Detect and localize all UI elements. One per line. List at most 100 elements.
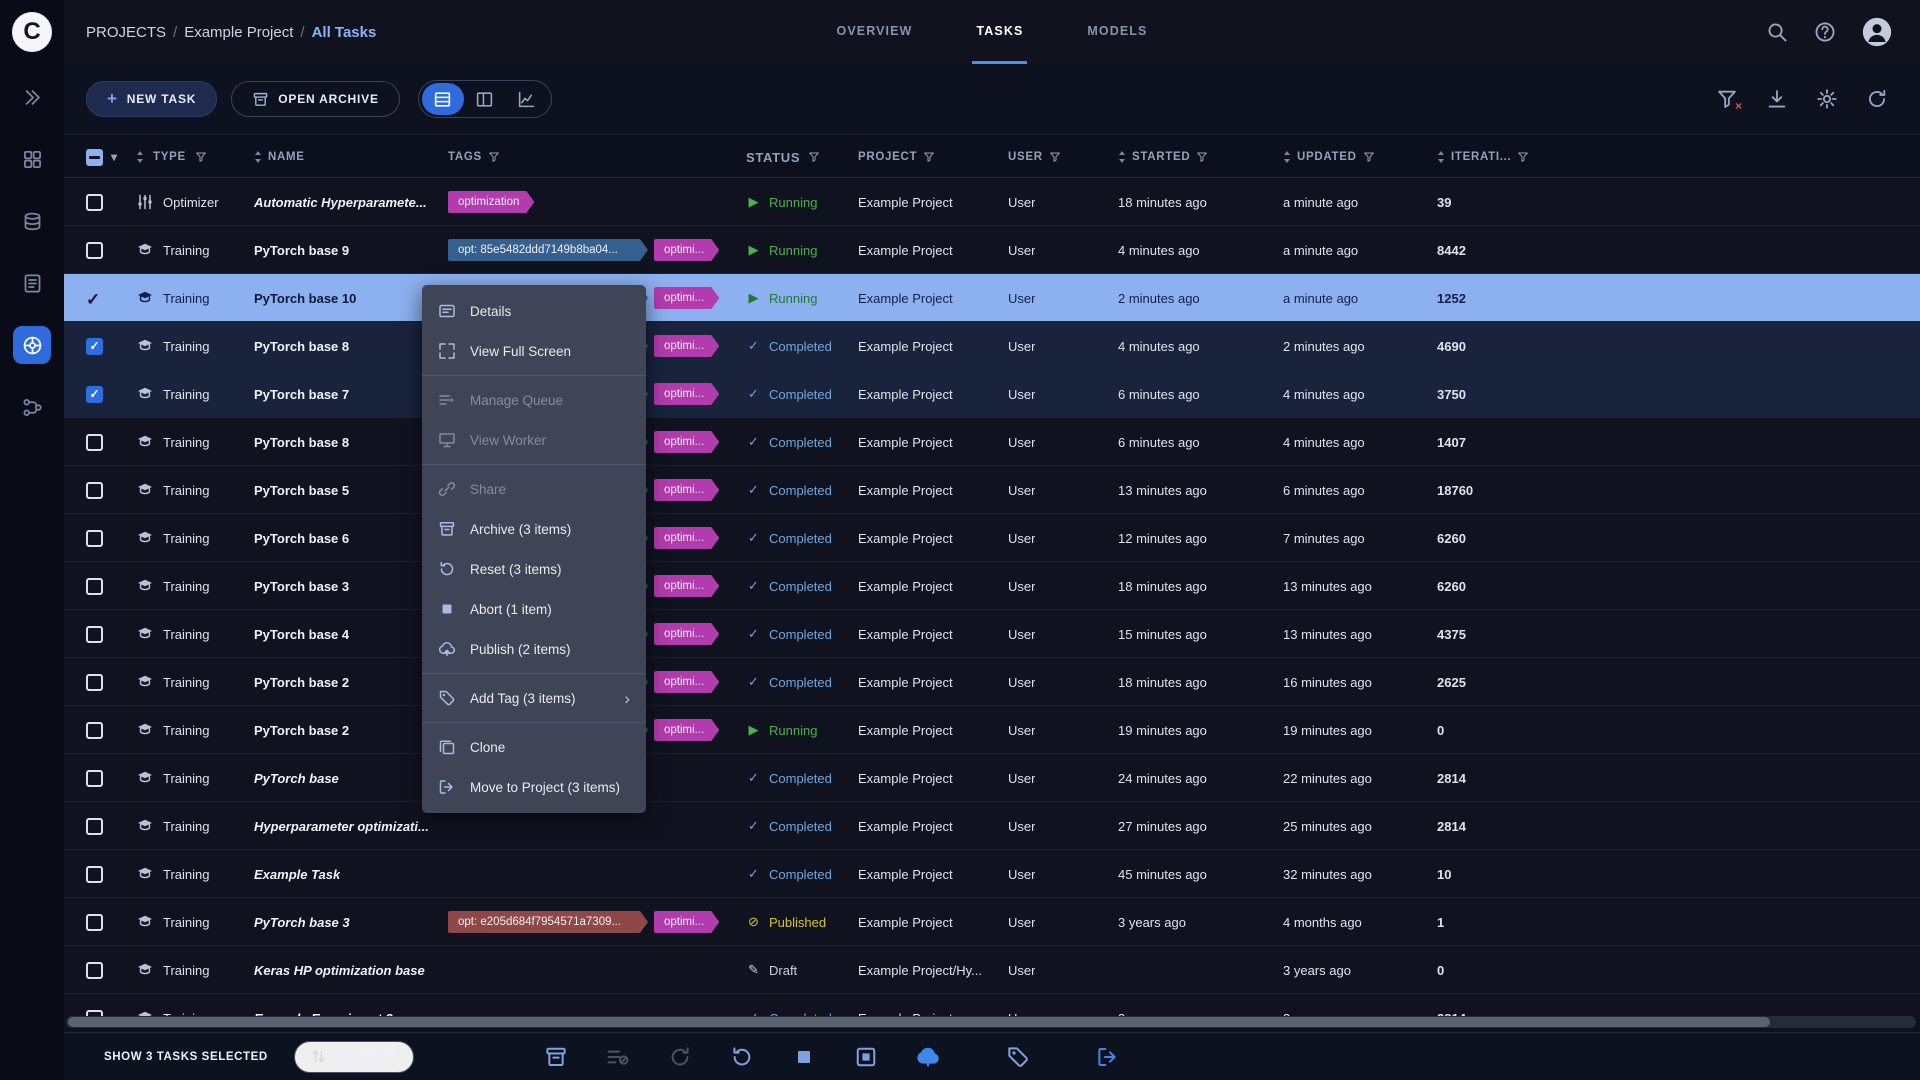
table-row[interactable]: Training PyTorch base ✓ Completed Exampl… [64, 754, 1920, 802]
table-row[interactable]: Training PyTorch base 2 optimi... ✓ Comp… [64, 658, 1920, 706]
dashboards-icon[interactable] [13, 140, 51, 178]
row-checkbox[interactable] [86, 674, 103, 691]
menu-item-view-full-screen[interactable]: View Full Screen [422, 331, 646, 371]
task-name[interactable]: PyTorch base 10 [254, 291, 356, 306]
split-view-button[interactable] [464, 83, 506, 115]
avatar[interactable] [1862, 17, 1892, 47]
archive-button[interactable] [544, 1045, 568, 1069]
table-row[interactable]: Training PyTorch base 6 optimi... ✓ Comp… [64, 514, 1920, 562]
abort-all-button[interactable] [854, 1045, 878, 1069]
task-name[interactable]: Automatic Hyperparamete... [254, 195, 427, 210]
table-row[interactable]: ✓ Training PyTorch base 7 optimi... ✓ Co… [64, 370, 1920, 418]
row-checkbox[interactable]: ✓ [86, 338, 103, 355]
row-checkbox[interactable] [86, 194, 103, 211]
table-row[interactable]: Training PyTorch base 3 opt: e205d684f79… [64, 898, 1920, 946]
add-tag-button[interactable] [1006, 1045, 1030, 1069]
chart-view-button[interactable] [506, 83, 548, 115]
task-name[interactable]: PyTorch base 5 [254, 483, 349, 498]
filter-icon[interactable] [1517, 151, 1529, 163]
filter-icon[interactable] [1049, 151, 1061, 163]
menu-item-publish-2-items[interactable]: Publish (2 items) [422, 629, 646, 669]
row-checkbox[interactable] [86, 818, 103, 835]
open-archive-button[interactable]: OPEN ARCHIVE [231, 81, 400, 117]
table-row[interactable]: Training PyTorch base 3 optimi... ✓ Comp… [64, 562, 1920, 610]
settings-gear-icon[interactable] [1816, 88, 1838, 110]
filter-icon[interactable] [808, 151, 820, 163]
task-name[interactable]: Hyperparameter optimizati... [254, 819, 429, 834]
row-checkbox[interactable] [86, 914, 103, 931]
table-row[interactable]: Training PyTorch base 4 optimi... ✓ Comp… [64, 610, 1920, 658]
publish-button[interactable] [916, 1045, 940, 1069]
menu-item-reset-3-items[interactable]: Reset (3 items) [422, 549, 646, 589]
horizontal-scrollbar[interactable] [66, 1016, 1916, 1028]
projects-icon[interactable] [13, 326, 51, 364]
row-checkbox[interactable] [86, 434, 103, 451]
sort-icon[interactable] [254, 150, 262, 164]
move-to-project-button[interactable] [1096, 1045, 1120, 1069]
task-name[interactable]: Keras HP optimization base [254, 963, 425, 978]
tab-models[interactable]: MODELS [1083, 0, 1151, 64]
row-checkbox[interactable] [86, 578, 103, 595]
row-checkbox[interactable] [86, 866, 103, 883]
select-all-checkbox[interactable] [86, 149, 103, 166]
column-header-updated[interactable]: UPDATED [1277, 135, 1431, 179]
column-header-check[interactable]: ▾ [64, 135, 130, 179]
menu-item-clone[interactable]: Clone [422, 727, 646, 767]
clearml-logo[interactable]: C [12, 12, 52, 52]
column-header-tags[interactable]: TAGS [446, 135, 740, 179]
reset-button[interactable] [730, 1045, 754, 1069]
clear-filters-icon[interactable]: × [1716, 88, 1738, 110]
task-name[interactable]: PyTorch base [254, 771, 339, 786]
reports-icon[interactable] [13, 264, 51, 302]
filter-icon[interactable] [1196, 151, 1208, 163]
menu-item-archive-3-items[interactable]: Archive (3 items) [422, 509, 646, 549]
table-row[interactable]: Training PyTorch base 5 optimi... ✓ Comp… [64, 466, 1920, 514]
table-view-button[interactable] [422, 83, 464, 115]
datasets-icon[interactable] [13, 202, 51, 240]
task-name[interactable]: Example Task [254, 867, 340, 882]
row-checkbox[interactable]: ✓ [86, 386, 103, 403]
download-icon[interactable] [1766, 88, 1788, 110]
task-name[interactable]: PyTorch base 3 [254, 579, 349, 594]
row-checkbox[interactable]: ✓ [86, 290, 103, 307]
row-checkbox[interactable] [86, 242, 103, 259]
task-name[interactable]: PyTorch base 2 [254, 675, 349, 690]
horizontal-scrollbar-thumb[interactable] [68, 1017, 1770, 1027]
table-row[interactable]: Training Example Experiment 2 ✓ Complete… [64, 994, 1920, 1018]
new-task-button[interactable]: + NEW TASK [86, 81, 217, 117]
filter-icon[interactable] [923, 151, 935, 163]
filter-icon[interactable] [488, 151, 500, 163]
menu-item-abort-1-item[interactable]: Abort (1 item) [422, 589, 646, 629]
task-name[interactable]: PyTorch base 3 [254, 915, 350, 930]
breadcrumb-item[interactable]: Example Project [184, 24, 293, 41]
column-header-status[interactable]: STATUS [740, 135, 852, 179]
task-name[interactable]: PyTorch base 8 [254, 435, 349, 450]
table-row[interactable]: Training PyTorch base 8 optimi... ✓ Comp… [64, 418, 1920, 466]
row-checkbox[interactable] [86, 770, 103, 787]
sort-icon[interactable] [1118, 150, 1126, 164]
menu-item-move-to-project-3-items[interactable]: Move to Project (3 items) [422, 767, 646, 807]
table-row[interactable]: Training Example Task ✓ Completed Exampl… [64, 850, 1920, 898]
help-icon[interactable] [1814, 21, 1836, 43]
table-row[interactable]: Training PyTorch base 2 optimi... ▶ Runn… [64, 706, 1920, 754]
menu-item-details[interactable]: Details [422, 291, 646, 331]
task-name[interactable]: PyTorch base 6 [254, 531, 349, 546]
filter-icon[interactable] [195, 151, 207, 163]
column-header-iterations[interactable]: ITERATI... [1431, 135, 1566, 179]
abort-button[interactable] [792, 1045, 816, 1069]
sort-icon[interactable] [1283, 150, 1291, 164]
compare-button[interactable]: COMPARE [294, 1041, 414, 1073]
filter-icon[interactable] [1363, 151, 1375, 163]
auto-refresh-icon[interactable] [1866, 88, 1888, 110]
column-header-project[interactable]: PROJECT [852, 135, 1002, 179]
pipelines-icon[interactable] [13, 388, 51, 426]
table-row[interactable]: Optimizer Automatic Hyperparamete... opt… [64, 178, 1920, 226]
task-name[interactable]: PyTorch base 8 [254, 339, 349, 354]
column-header-name[interactable]: NAME [250, 135, 446, 179]
row-checkbox[interactable] [86, 962, 103, 979]
table-row[interactable]: Training Hyperparameter optimizati... ✓ … [64, 802, 1920, 850]
sort-icon[interactable] [136, 150, 144, 164]
column-header-user[interactable]: USER [1002, 135, 1112, 179]
menu-item-add-tag-3-items[interactable]: Add Tag (3 items)› [422, 678, 646, 718]
row-checkbox[interactable] [86, 530, 103, 547]
